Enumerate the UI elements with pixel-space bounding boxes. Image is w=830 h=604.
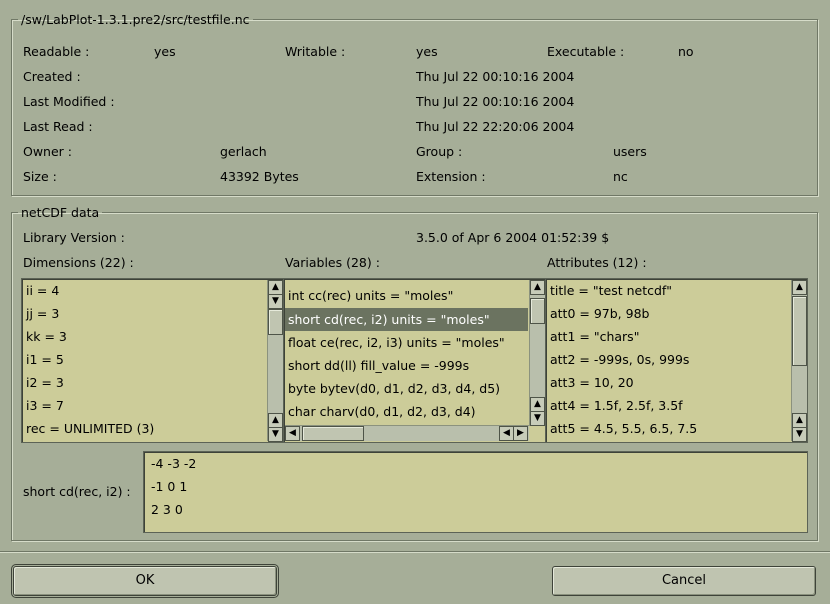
- data-line: -4 -3 -2: [151, 456, 197, 471]
- variables-list[interactable]: int cc(rec) units = "moles" short cd(rec…: [283, 278, 546, 443]
- file-path-title: /sw/LabPlot-1.3.1.pre2/src/testfile.nc: [21, 12, 250, 27]
- scroll-right-arrow-icon[interactable]: ▶: [513, 426, 528, 441]
- group-value: users: [613, 144, 647, 159]
- list-item[interactable]: att2 = -999s, 0s, 999s: [550, 348, 689, 371]
- ok-button[interactable]: OK: [11, 564, 279, 598]
- list-item[interactable]: kk = 3: [26, 325, 67, 348]
- list-item[interactable]: rec = UNLIMITED (3): [26, 417, 154, 440]
- dimensions-list[interactable]: ii = 4 jj = 3 kk = 3 i1 = 5 i2 = 3 i3 = …: [21, 278, 284, 443]
- scroll-thumb[interactable]: [302, 426, 364, 441]
- list-item[interactable]: i1 = 5: [26, 348, 64, 371]
- scroll-up-arrow-icon[interactable]: ▲: [530, 280, 545, 295]
- scroll-down-arrow-icon[interactable]: ▼: [268, 294, 283, 309]
- executable-value: no: [678, 44, 694, 59]
- scroll-up-arrow-icon[interactable]: ▲: [268, 413, 283, 428]
- list-item-selected[interactable]: short cd(rec, i2) units = "moles": [285, 308, 528, 331]
- data-line: 2 3 0: [151, 502, 183, 517]
- last-modified-label: Last Modified :: [23, 94, 115, 109]
- library-version-value: 3.5.0 of Apr 6 2004 01:52:39 $: [416, 230, 610, 245]
- list-item[interactable]: i2 = 3: [26, 371, 64, 394]
- dialog-separator-highlight: [0, 552, 830, 553]
- readable-label: Readable :: [23, 44, 90, 59]
- list-item[interactable]: int cc(rec) units = "moles": [288, 284, 453, 307]
- cancel-button[interactable]: Cancel: [552, 566, 816, 596]
- last-read-label: Last Read :: [23, 119, 93, 134]
- scroll-thumb[interactable]: [530, 298, 545, 324]
- list-item[interactable]: float ce(rec, i2, i3) units = "moles": [288, 331, 505, 354]
- last-read-value: Thu Jul 22 22:20:06 2004: [416, 119, 575, 134]
- variable-data-view[interactable]: -4 -3 -2 -1 0 1 2 3 0: [143, 451, 808, 533]
- scroll-up-arrow-icon[interactable]: ▲: [792, 280, 807, 295]
- library-version-label: Library Version :: [23, 230, 125, 245]
- file-info-group: /sw/LabPlot-1.3.1.pre2/src/testfile.nc: [11, 12, 818, 196]
- dimensions-vscrollbar[interactable]: ▲ ▼ ▲ ▼: [267, 280, 283, 442]
- scroll-thumb[interactable]: [268, 309, 283, 335]
- scroll-down-arrow-icon[interactable]: ▼: [792, 427, 807, 442]
- list-item[interactable]: char charv(d0, d1, d2, d3, d4): [288, 400, 476, 423]
- list-item[interactable]: i3 = 7: [26, 394, 64, 417]
- readable-value: yes: [154, 44, 176, 59]
- scroll-down-arrow-icon[interactable]: ▼: [530, 411, 545, 426]
- scroll-up-arrow-icon[interactable]: ▲: [530, 397, 545, 412]
- list-item[interactable]: att1 = "chars": [550, 325, 639, 348]
- netcdf-group-title: netCDF data: [21, 205, 100, 220]
- attributes-vscrollbar[interactable]: ▲ ▲ ▼: [791, 280, 807, 442]
- extension-value: nc: [613, 169, 628, 184]
- list-item[interactable]: att5 = 4.5, 5.5, 6.5, 7.5: [550, 417, 697, 440]
- scroll-left-arrow-icon[interactable]: ◀: [499, 426, 514, 441]
- dimensions-label: Dimensions (22) :: [23, 255, 134, 270]
- scroll-down-arrow-icon[interactable]: ▼: [268, 427, 283, 442]
- attributes-label: Attributes (12) :: [547, 255, 647, 270]
- list-item[interactable]: title = "test netcdf": [550, 279, 672, 302]
- list-item[interactable]: ii = 4: [26, 279, 59, 302]
- variables-vscrollbar[interactable]: ▲ ▲ ▼: [529, 280, 545, 426]
- scroll-up-arrow-icon[interactable]: ▲: [792, 413, 807, 428]
- executable-label: Executable :: [547, 44, 625, 59]
- variables-label: Variables (28) :: [285, 255, 380, 270]
- list-item[interactable]: byte bytev(d0, d1, d2, d3, d4, d5): [288, 377, 500, 400]
- list-item[interactable]: att4 = 1.5f, 2.5f, 3.5f: [550, 394, 683, 417]
- owner-value: gerlach: [220, 144, 267, 159]
- size-label: Size :: [23, 169, 57, 184]
- list-item[interactable]: att0 = 97b, 98b: [550, 302, 649, 325]
- writable-label: Writable :: [285, 44, 346, 59]
- list-item[interactable]: jj = 3: [26, 302, 59, 325]
- data-line: -1 0 1: [151, 479, 188, 494]
- size-value: 43392 Bytes: [220, 169, 299, 184]
- list-item[interactable]: att3 = 10, 20: [550, 371, 634, 394]
- group-label: Group :: [416, 144, 463, 159]
- scroll-thumb[interactable]: [792, 296, 807, 366]
- owner-label: Owner :: [23, 144, 72, 159]
- scroll-left-arrow-icon[interactable]: ◀: [285, 426, 300, 441]
- created-value: Thu Jul 22 00:10:16 2004: [416, 69, 575, 84]
- writable-value: yes: [416, 44, 438, 59]
- last-modified-value: Thu Jul 22 00:10:16 2004: [416, 94, 575, 109]
- variables-hscrollbar[interactable]: ◀ ◀ ▶: [285, 425, 529, 441]
- extension-label: Extension :: [416, 169, 486, 184]
- list-item[interactable]: short dd(ll) fill_value = -999s: [288, 354, 469, 377]
- scroll-up-arrow-icon[interactable]: ▲: [268, 280, 283, 295]
- created-label: Created :: [23, 69, 81, 84]
- selected-variable-label: short cd(rec, i2) :: [23, 484, 131, 499]
- attributes-list[interactable]: title = "test netcdf" att0 = 97b, 98b at…: [545, 278, 808, 443]
